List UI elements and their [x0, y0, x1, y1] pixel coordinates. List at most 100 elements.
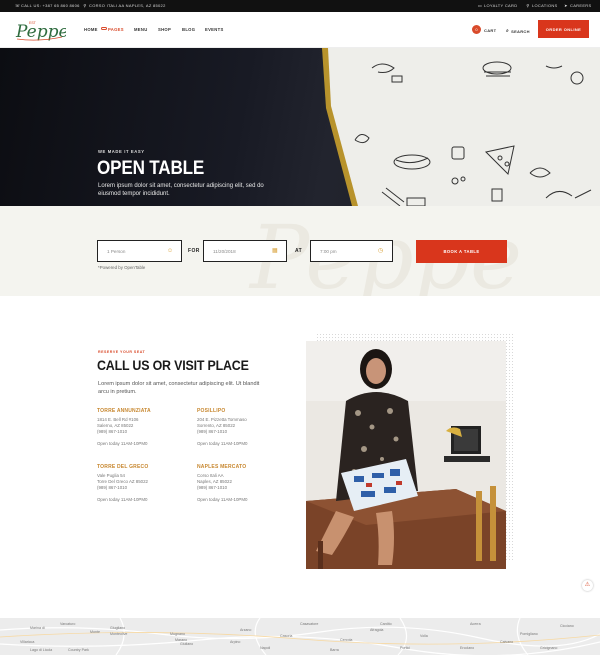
- visit-title: CALL US OR VISIT PLACE: [97, 358, 249, 373]
- location-hours: Open today 11AM-10PM0: [97, 440, 148, 446]
- map-label: Giuliano: [180, 642, 194, 646]
- visit-description: Lorem ipsum dolor sit amet, consectetur …: [98, 381, 260, 395]
- map-pin-icon: ⚲: [83, 2, 87, 8]
- phone-link[interactable]: ☏ CALL US: +387 65 860 8606: [15, 3, 80, 8]
- map-label: Giugliano: [110, 626, 126, 630]
- site-header: Peppe EST HOME PAGES MENU SHOP BLOG EVEN…: [0, 12, 600, 48]
- map-label: Cercola: [340, 638, 353, 642]
- party-size-select[interactable]: 1 Person ☺: [97, 240, 182, 262]
- book-table-button[interactable]: BOOK A TABLE: [416, 240, 507, 263]
- map-label: Villaricca: [20, 640, 35, 644]
- map-label: Pomigliano: [520, 632, 538, 636]
- nav-shop[interactable]: SHOP: [158, 27, 171, 32]
- date-picker[interactable]: 11/20/2018 ▦: [203, 240, 287, 262]
- map-label: Arzano: [240, 628, 252, 632]
- location-hours: Open today 11AM-10PM0: [97, 496, 148, 502]
- location-name: TORRE DEL GRECO: [97, 464, 149, 470]
- woman-eating-pizza-photo: [306, 341, 506, 569]
- location-phone[interactable]: (989) 867-1010: [97, 429, 187, 435]
- back-to-top-icon[interactable]: ⚠: [582, 580, 593, 591]
- map-label: Monte: [90, 630, 100, 634]
- map-label: Afragola: [370, 628, 384, 632]
- location-phone[interactable]: (989) 867-1010: [197, 429, 287, 435]
- location-name: TORRE ANNUNZIATA: [97, 408, 151, 414]
- search-link[interactable]: ⌕ SEARCH: [506, 28, 530, 34]
- map-label: Varcaturo: [60, 622, 76, 626]
- map-label: Acerra: [470, 622, 481, 626]
- hero-title: OPEN TABLE: [97, 158, 205, 179]
- map-label: Marina di: [30, 626, 45, 630]
- map-label: Caivano: [500, 640, 514, 644]
- visit-kicker: RESERVE YOUR SEAT: [98, 350, 146, 354]
- cart-label: CART: [484, 28, 497, 33]
- phone-text: CALL US: +387 65 860 8606: [21, 3, 80, 8]
- map-label: Monteolive: [110, 632, 128, 636]
- send-icon: ➤: [564, 2, 568, 8]
- search-icon: ⌕: [506, 28, 510, 34]
- location-card: TORRE DEL GRECO Vale Puglia 54 Torre Del…: [97, 464, 187, 502]
- nav-events[interactable]: EVENTS: [205, 27, 224, 32]
- phone-icon: ☏: [15, 2, 21, 8]
- top-bar: ☏ CALL US: +387 65 860 8606 ⚲ CORSO ITAL…: [0, 0, 600, 12]
- map-label: Cicciano: [560, 624, 574, 628]
- location-phone[interactable]: (989) 867-1010: [97, 485, 187, 491]
- map-label: Mugnano: [170, 632, 185, 636]
- map-label: Gricignano: [540, 646, 558, 650]
- map-label: Casavatore: [300, 622, 319, 626]
- logo-text: Peppe: [15, 22, 66, 42]
- party-size-value: 1 Person: [107, 248, 126, 254]
- locations-link[interactable]: ⚲ LOCATIONS: [526, 3, 558, 8]
- location-hours: Open today 11AM-10PM0: [197, 440, 248, 446]
- logo-small-text: EST: [29, 21, 37, 25]
- map-label: Country Park: [68, 648, 89, 652]
- nav-menu[interactable]: MENU: [134, 27, 148, 32]
- hero-section: WE MADE IT EASY OPEN TABLE Lorem ipsum d…: [0, 48, 600, 206]
- location-icon: ⚲: [526, 2, 530, 8]
- peppe-logo[interactable]: Peppe EST: [14, 18, 66, 42]
- time-value: 7:00 pm: [320, 248, 337, 254]
- loyalty-label: LOYALTY CARD: [484, 3, 518, 8]
- time-picker[interactable]: 7:00 pm ◷: [310, 240, 393, 262]
- map-label: Casoria: [280, 634, 293, 638]
- hero-description: Lorem ipsum dolor sit amet, consectetur …: [98, 183, 264, 197]
- map-label: Arpino: [230, 640, 241, 644]
- map-label: Lago di Licola: [30, 648, 53, 652]
- card-icon: ▭: [478, 2, 483, 8]
- nav-blog[interactable]: BLOG: [182, 27, 195, 32]
- search-label: SEARCH: [511, 28, 530, 34]
- order-online-button[interactable]: ORDER ONLINE: [538, 20, 589, 38]
- careers-label: CAREERS: [570, 3, 592, 8]
- location-hours: Open today 11AM-10PM0: [197, 496, 248, 502]
- nav-home[interactable]: HOME: [84, 27, 98, 32]
- map-label: Barra: [330, 648, 339, 652]
- location-card: POSILLIPO 204 E. Pizzetta Tommaso Sorren…: [197, 408, 287, 446]
- hero-kicker: WE MADE IT EASY: [98, 149, 145, 154]
- loyalty-card-link[interactable]: ▭ LOYALTY CARD: [478, 3, 517, 8]
- location-card: NAPLES MERCATO Corso Itali AA Naples, AZ…: [197, 464, 287, 502]
- map-label: Ercolano: [460, 646, 475, 650]
- powered-by-text: *Powered by OpenTable: [98, 265, 146, 270]
- people-icon: ☺: [167, 248, 174, 254]
- location-map[interactable]: Marina di Varcaturo Giugliano Casavatore…: [0, 618, 600, 655]
- cart-count-badge: 0: [472, 25, 481, 34]
- map-label: Volla: [420, 634, 428, 638]
- calendar-icon: ▦: [272, 248, 278, 254]
- location-phone[interactable]: (989) 867-1010: [197, 485, 287, 491]
- date-value: 11/20/2018: [213, 248, 236, 254]
- map-label: Napoli: [260, 646, 271, 650]
- for-label: FOR: [188, 248, 200, 254]
- map-label: Portici: [400, 646, 410, 650]
- address-link[interactable]: ⚲ CORSO ITALI AA NAPLES, AZ 85022: [83, 3, 166, 8]
- clock-icon: ◷: [378, 248, 384, 254]
- careers-link[interactable]: ➤ CAREERS: [564, 3, 591, 8]
- menu-sketch-image: [322, 48, 600, 206]
- cart-link[interactable]: CART: [484, 28, 496, 33]
- address-text: CORSO ITALI AA NAPLES, AZ 85022: [89, 3, 166, 8]
- location-name: POSILLIPO: [197, 408, 226, 414]
- map-label: Cardito: [380, 622, 392, 626]
- location-name: NAPLES MERCATO: [197, 464, 247, 470]
- at-label: AT: [295, 248, 303, 254]
- nav-pages[interactable]: PAGES: [108, 27, 124, 32]
- pages-active-marker: [101, 27, 107, 30]
- locations-label: LOCATIONS: [532, 3, 558, 8]
